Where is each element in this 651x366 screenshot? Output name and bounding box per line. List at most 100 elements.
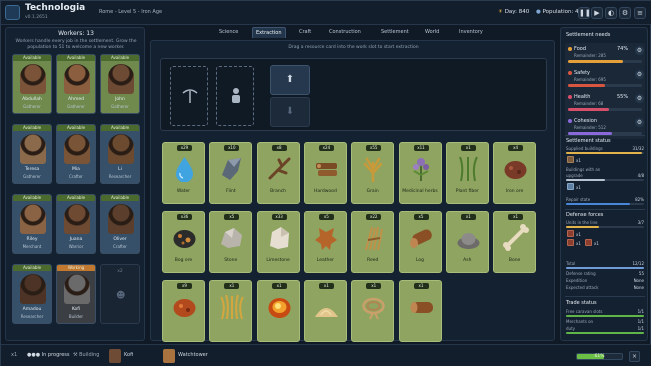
resource-card-herbs[interactable]: x11 Medicinal herbs	[398, 142, 442, 204]
worker-role: Researcher	[20, 314, 44, 319]
tab-extraction[interactable]: Extraction	[252, 27, 286, 38]
worker-name: Abdullah	[22, 97, 42, 102]
reed-icon	[360, 224, 387, 251]
resource-card-leather[interactable]: x5 Leather	[303, 211, 347, 273]
resource-card-grain[interactable]: x55 Grain	[351, 142, 395, 204]
worker-name: Mia	[72, 167, 80, 172]
bone-icon	[502, 224, 530, 251]
resource-card-stone[interactable]: x5 Stone	[209, 211, 253, 273]
upload-arrow-icon[interactable]: ⬆	[270, 65, 310, 95]
version-label: v0.1.2651	[25, 15, 48, 20]
need-health: Health Remainder: 68 55% ⚙	[565, 91, 645, 115]
worker-drop-slot[interactable]	[216, 66, 254, 126]
unit-count-1: x1	[576, 232, 581, 237]
people-icon: ●	[536, 9, 541, 15]
build-progress-bar: 61%	[576, 353, 623, 360]
resource-card-flint[interactable]: x10 Flint	[209, 142, 253, 204]
tool-count: x1	[576, 185, 581, 190]
resource-card-ore2[interactable]: x9	[162, 280, 205, 342]
worker-portrait	[108, 64, 134, 94]
pause-button[interactable]: ❚❚	[578, 7, 591, 19]
watchtower-thumbnail	[163, 349, 175, 363]
worker-card[interactable]: Working Kofi Builder	[56, 264, 96, 324]
worker-card[interactable]: Available Juana Warrior	[56, 194, 96, 254]
resource-card-bogore[interactable]: x36 Bog ore	[162, 211, 205, 273]
worker-name: Kofi	[71, 307, 81, 312]
tab-construction[interactable]: Construction	[326, 27, 364, 38]
resource-card-ash[interactable]: x1 Ash	[445, 211, 489, 273]
resource-card-bone[interactable]: x1 Bone	[493, 211, 537, 273]
worker-role: Builder	[68, 314, 84, 319]
worker-name: Ahmed	[68, 97, 84, 102]
download-arrow-icon[interactable]: ⬇	[270, 97, 310, 127]
resource-card-limestone[interactable]: x33 Limestone	[256, 211, 300, 273]
extraction-panel: Drag a resource card into the work slot …	[150, 40, 555, 342]
worker-card[interactable]: Available John Gatherer	[100, 54, 140, 114]
resource-card-hardwood[interactable]: x24 Hardwood	[303, 142, 347, 204]
total-row: Total 12/12	[566, 261, 644, 266]
resource-card-water[interactable]: x29 Water	[162, 142, 205, 204]
need-food: Food Remainder: 285 74% ⚙	[565, 43, 645, 67]
supplied-buildings-row: Supplied buildings 31/32	[566, 146, 644, 151]
tab-settlement[interactable]: Settlement	[378, 27, 412, 38]
need-icon	[568, 71, 572, 75]
tab-world[interactable]: World	[422, 27, 442, 38]
worker-portrait	[108, 134, 134, 164]
worker-card[interactable]: Available Riley Merchant	[12, 194, 52, 254]
worker-card[interactable]: Available Ahmed Gatherer	[56, 54, 96, 114]
resource-name: Water	[176, 189, 191, 194]
resource-quantity: x1	[460, 214, 476, 220]
play-button[interactable]: ▶	[591, 7, 603, 19]
worker-portrait	[20, 204, 46, 234]
tab-science[interactable]: Science	[216, 27, 241, 38]
resource-card-branch[interactable]: x8 Branch	[256, 142, 300, 204]
resource-card-grass[interactable]: x1	[209, 280, 253, 342]
worker-card[interactable]: Available Amadou Researcher	[12, 264, 52, 324]
dots-icon: ●●●	[27, 352, 41, 358]
leather-icon	[313, 224, 340, 251]
resource-card-reed[interactable]: x22 Reed	[351, 211, 395, 273]
resource-drop-slot[interactable]	[170, 66, 208, 126]
resource-quantity: x1	[413, 283, 429, 289]
close-button[interactable]: ×	[629, 351, 640, 362]
settings-button[interactable]: ⚙	[619, 7, 631, 19]
worker-role: Gatherer	[23, 104, 41, 109]
tab-inventory[interactable]: Inventory	[456, 27, 486, 38]
worker-card[interactable]: Available Teresa Gatherer	[12, 124, 52, 184]
resource-card-ember[interactable]: x1	[256, 280, 300, 342]
worker-card[interactable]: Available Li Researcher	[100, 124, 140, 184]
resource-card-log[interactable]: x5 Log	[398, 211, 442, 273]
worker-name: Riley	[26, 237, 38, 242]
duty-bar	[566, 332, 644, 334]
need-bar	[568, 108, 642, 111]
worker-status-badge: Available	[101, 125, 139, 131]
resource-card-rope[interactable]: x1	[351, 280, 395, 342]
need-icon	[568, 119, 572, 123]
menu-button[interactable]: ≡	[634, 7, 646, 19]
worker-card[interactable]: Available Abdullah Gatherer	[12, 54, 52, 114]
resource-card-log2[interactable]: x1	[398, 280, 442, 342]
resource-quantity: x1	[366, 283, 382, 289]
worker-status-badge: Available	[101, 55, 139, 61]
need-settings-button[interactable]: ⚙	[635, 70, 644, 79]
worker-card[interactable]: Available Mia Crafter	[56, 124, 96, 184]
resource-card-ironore[interactable]: x4 Iron ore	[493, 142, 537, 204]
worker-status-badge: Working	[57, 265, 95, 271]
tab-craft[interactable]: Craft	[296, 27, 314, 38]
worker-role: Crafter	[113, 244, 127, 249]
units-row: Units in the line 3/7	[566, 220, 644, 225]
need-settings-button[interactable]: ⚙	[635, 46, 644, 55]
need-settings-button[interactable]: ⚙	[635, 118, 644, 127]
need-settings-button[interactable]: ⚙	[635, 94, 644, 103]
worker-card[interactable]: Available Oliver Crafter	[100, 194, 140, 254]
worker-role: Warrior	[68, 244, 84, 249]
need-percent: 55%	[617, 94, 629, 100]
tool-icon	[567, 183, 574, 190]
stone-icon	[218, 224, 245, 251]
resource-card-fiber[interactable]: x1 Plant fiber	[445, 142, 489, 204]
worker-role: Crafter	[69, 174, 83, 179]
resource-card-sand[interactable]: x1	[303, 280, 347, 342]
speed-button[interactable]: ◐	[605, 7, 617, 19]
defense-rating-row: Defense rating 55	[566, 271, 644, 276]
caravan-bar	[566, 315, 644, 317]
